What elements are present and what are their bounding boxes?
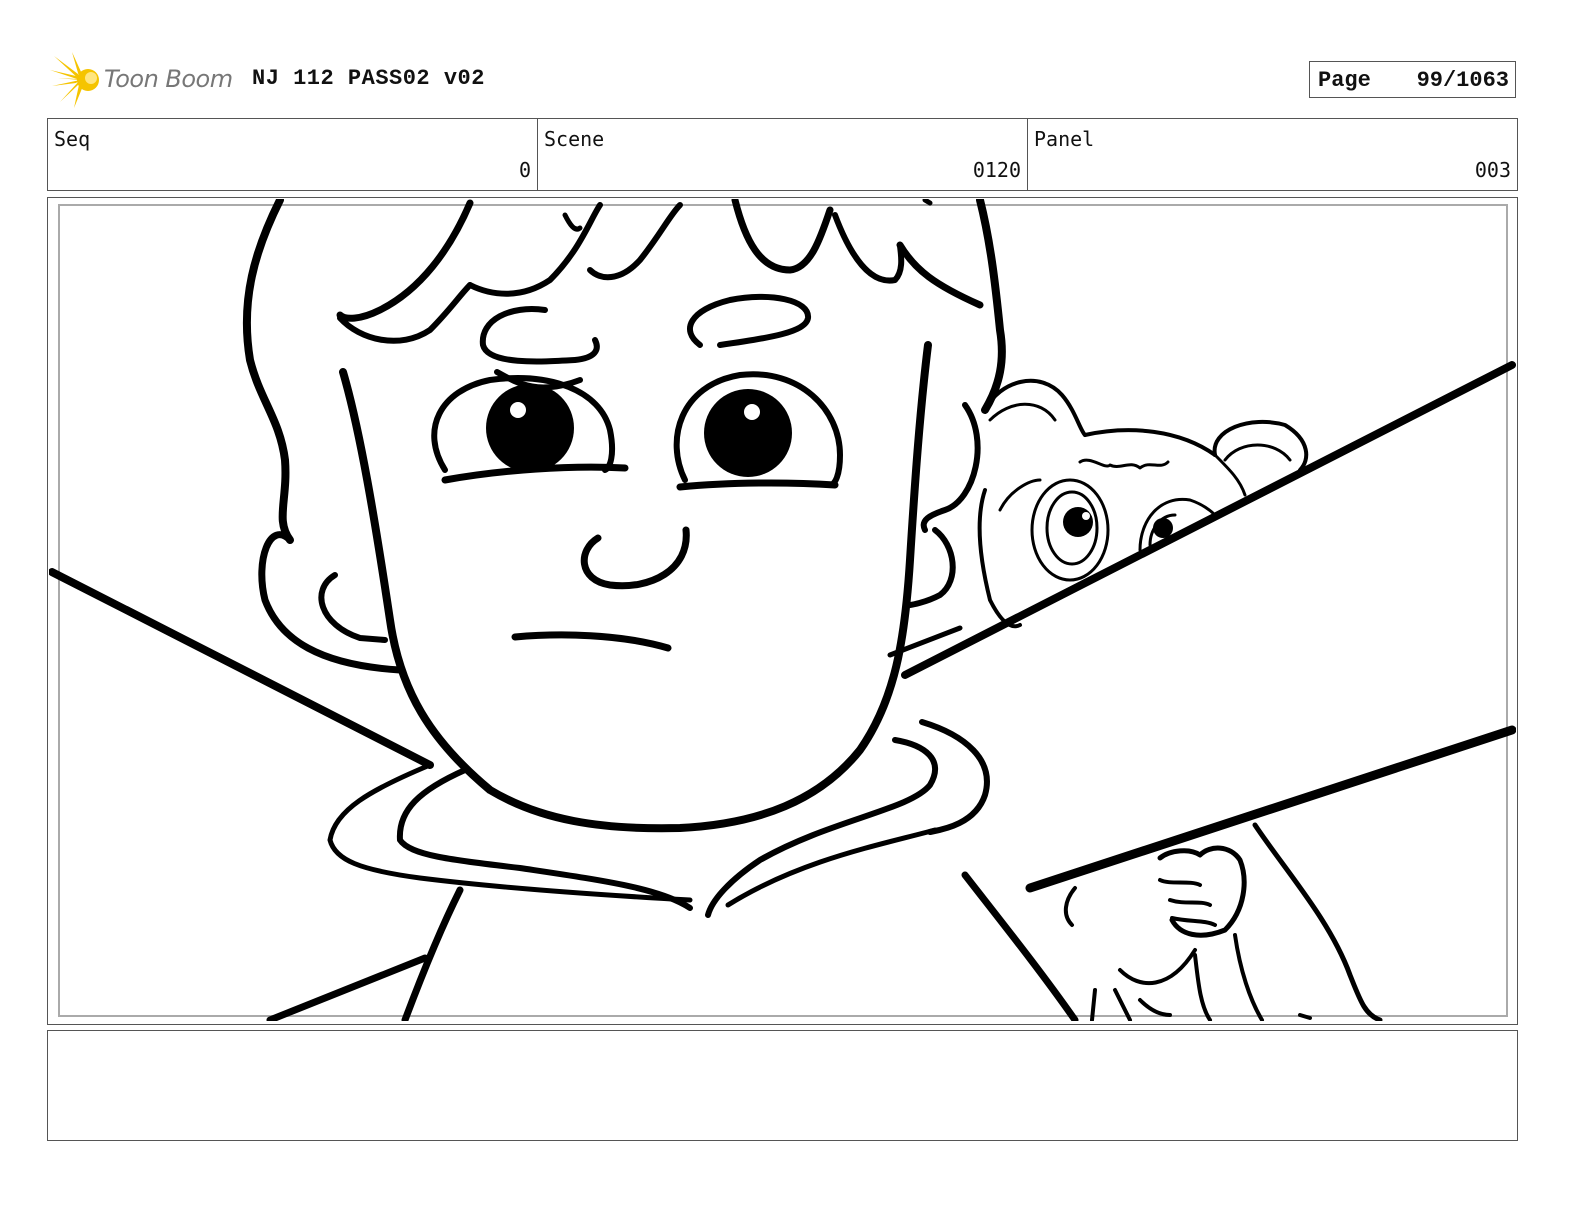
logo-text: Toon Boom bbox=[104, 65, 233, 93]
toon-boom-logo: Toon Boom bbox=[50, 52, 240, 108]
scene-cell: Scene 0120 bbox=[538, 119, 1028, 190]
panel-value: 003 bbox=[1474, 158, 1511, 182]
page-counter: Page 99/1063 bbox=[1309, 61, 1516, 98]
storyboard-sketch bbox=[49, 199, 1516, 1021]
panel-cell: Panel 003 bbox=[1028, 119, 1517, 190]
sunburst-icon bbox=[50, 52, 99, 108]
info-row: Seq 0 Scene 0120 Panel 003 bbox=[47, 118, 1518, 191]
scene-value: 0120 bbox=[972, 158, 1021, 182]
scene-label: Scene bbox=[544, 127, 605, 151]
panel-label: Panel bbox=[1034, 127, 1095, 151]
page-label: Page bbox=[1318, 68, 1371, 93]
notes-box bbox=[47, 1030, 1518, 1141]
seq-value: 0 bbox=[518, 158, 531, 182]
seq-label: Seq bbox=[54, 127, 91, 151]
seq-cell: Seq 0 bbox=[48, 119, 538, 190]
page-value: 99/1063 bbox=[1416, 68, 1509, 93]
document-title: NJ 112 PASS02 v02 bbox=[252, 66, 485, 91]
